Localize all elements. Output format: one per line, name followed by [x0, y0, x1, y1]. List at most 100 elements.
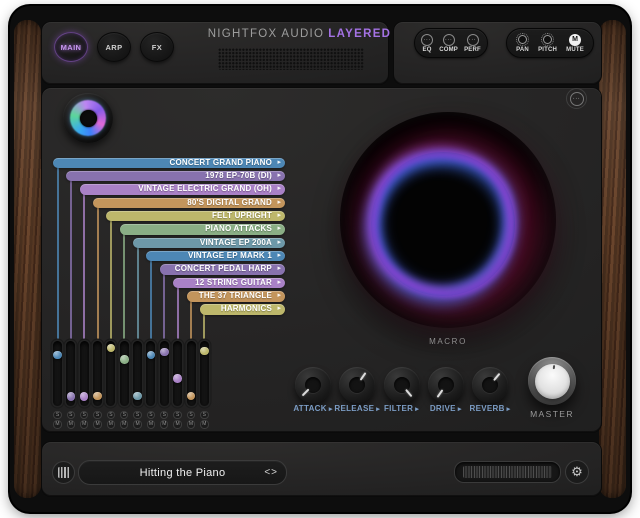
fx-button-label: EQ	[423, 47, 432, 53]
mute-button[interactable]: M	[93, 420, 101, 428]
mute-button[interactable]: M	[67, 420, 75, 428]
layer-connector	[83, 193, 85, 343]
volume-slider[interactable]	[146, 341, 155, 406]
slider-handle[interactable]	[93, 392, 102, 401]
mute-button[interactable]: M	[80, 420, 88, 428]
knob-arrow-icon: ▸	[507, 406, 511, 413]
volume-slider[interactable]	[93, 341, 102, 406]
layer-item[interactable]: 1978 EP-70B (DI)▸	[66, 171, 285, 182]
preset-prev-button[interactable]: <	[264, 461, 270, 484]
volume-slider[interactable]	[106, 341, 115, 406]
knob-filter[interactable]	[384, 367, 420, 403]
pitch-control[interactable]: PITCH	[538, 33, 557, 53]
solo-button[interactable]: S	[53, 411, 61, 419]
header-panel: MAINARPFX NIGHTFOX AUDIOLAYERED	[42, 22, 388, 84]
slider-handle[interactable]	[67, 392, 76, 401]
macro-pad[interactable]	[340, 112, 556, 328]
layer-item[interactable]: CONCERT GRAND PIANO▸	[53, 158, 285, 169]
fx-button-comp[interactable]: ···COMP	[439, 34, 458, 53]
pan-control[interactable]: PAN	[516, 33, 529, 53]
slider-handle[interactable]	[147, 351, 156, 360]
solo-button-label: S	[149, 412, 152, 418]
piano-keys-icon	[58, 467, 70, 478]
mute-button[interactable]: M	[160, 420, 168, 428]
mute-button[interactable]: M	[200, 420, 208, 428]
keyboard-button[interactable]	[52, 461, 75, 484]
layer-item[interactable]: THE 37 TRIANGLE▸	[187, 291, 286, 302]
solo-button[interactable]: S	[187, 411, 195, 419]
preset-name: Hitting the Piano	[140, 467, 226, 479]
mute-button[interactable]: M	[107, 420, 115, 428]
layer-item[interactable]: 12 STRING GUITAR▸	[173, 278, 285, 289]
mute-label: MUTE	[566, 47, 584, 53]
solo-button[interactable]: S	[133, 411, 141, 419]
slider-handle[interactable]	[80, 392, 89, 401]
slider-handle[interactable]	[200, 347, 209, 356]
solo-button[interactable]: S	[67, 411, 75, 419]
tab-label: MAIN	[61, 43, 82, 52]
mute-button[interactable]: M	[173, 420, 181, 428]
volume-slider[interactable]	[120, 341, 129, 406]
preset-next-button[interactable]: >	[271, 461, 277, 484]
volume-slider[interactable]	[133, 341, 142, 406]
layer-item[interactable]: PIANO ATTACKS▸	[120, 224, 285, 235]
knob-drive[interactable]	[428, 367, 464, 403]
solo-button[interactable]: S	[147, 411, 155, 419]
mute-button[interactable]: M	[53, 420, 61, 428]
layer-item[interactable]: VINTAGE ELECTRIC GRAND (OH)▸	[80, 184, 285, 195]
solo-button-label: S	[96, 412, 99, 418]
preset-nav: < >	[264, 461, 277, 484]
mute-button[interactable]: M	[133, 420, 141, 428]
volume-slider[interactable]	[200, 341, 209, 406]
volume-slider[interactable]	[173, 341, 182, 406]
volume-slider[interactable]	[160, 341, 169, 406]
fx-button-perf[interactable]: ···PERF	[464, 34, 481, 53]
solo-button[interactable]: S	[160, 411, 168, 419]
layer-item[interactable]: VINTAGE EP 200A▸	[133, 238, 285, 249]
slider-handle[interactable]	[173, 374, 182, 383]
solo-button[interactable]: S	[120, 411, 128, 419]
layer-item[interactable]: HARMONICS▸	[200, 304, 285, 315]
spectrum-knob[interactable]	[63, 93, 113, 143]
slider-handle[interactable]	[160, 348, 169, 357]
slider-handle[interactable]	[120, 355, 129, 364]
tab-main[interactable]: MAIN	[54, 32, 88, 62]
solo-button[interactable]: S	[200, 411, 208, 419]
layer-item[interactable]: VINTAGE EP MARK 1▸	[146, 251, 285, 262]
layer-item[interactable]: 80'S DIGITAL GRAND▸	[93, 198, 285, 209]
volume-slider[interactable]	[187, 341, 196, 406]
layer-connector	[110, 220, 112, 343]
mute-button[interactable]: M	[120, 420, 128, 428]
mute-control[interactable]: M MUTE	[566, 34, 584, 53]
slider-handle[interactable]	[133, 392, 142, 401]
preset-selector[interactable]: Hitting the Piano < >	[78, 460, 287, 485]
volume-slider[interactable]	[80, 341, 89, 406]
slider-handle[interactable]	[53, 351, 62, 360]
tab-arp[interactable]: ARP	[97, 32, 131, 62]
tab-fx[interactable]: FX	[140, 32, 174, 62]
solo-button[interactable]: S	[80, 411, 88, 419]
mute-button[interactable]: M	[187, 420, 195, 428]
knob-release[interactable]	[339, 367, 375, 403]
solo-button[interactable]: S	[93, 411, 101, 419]
layer-item[interactable]: FELT UPRIGHT▸	[106, 211, 285, 222]
knob-reverb[interactable]	[472, 367, 508, 403]
master-label: MASTER	[512, 409, 592, 419]
slider-handle[interactable]	[187, 392, 196, 401]
layer-name: PIANO ATTACKS	[205, 224, 272, 235]
fx-button-eq[interactable]: ···EQ	[421, 34, 433, 53]
knob-attack[interactable]	[295, 367, 331, 403]
settings-button[interactable]: ⚙	[565, 460, 589, 484]
layer-item[interactable]: CONCERT PEDAL HARP▸	[160, 264, 285, 275]
solo-button-label: S	[203, 412, 206, 418]
options-button[interactable]: ···	[566, 88, 587, 109]
ribbon-slider[interactable]	[454, 461, 561, 483]
wood-panel-right	[599, 20, 626, 498]
volume-slider[interactable]	[53, 341, 62, 406]
slider-handle[interactable]	[107, 344, 116, 353]
solo-button[interactable]: S	[173, 411, 181, 419]
solo-button[interactable]: S	[107, 411, 115, 419]
volume-slider[interactable]	[66, 341, 75, 406]
master-knob[interactable]	[528, 357, 576, 405]
mute-button[interactable]: M	[147, 420, 155, 428]
